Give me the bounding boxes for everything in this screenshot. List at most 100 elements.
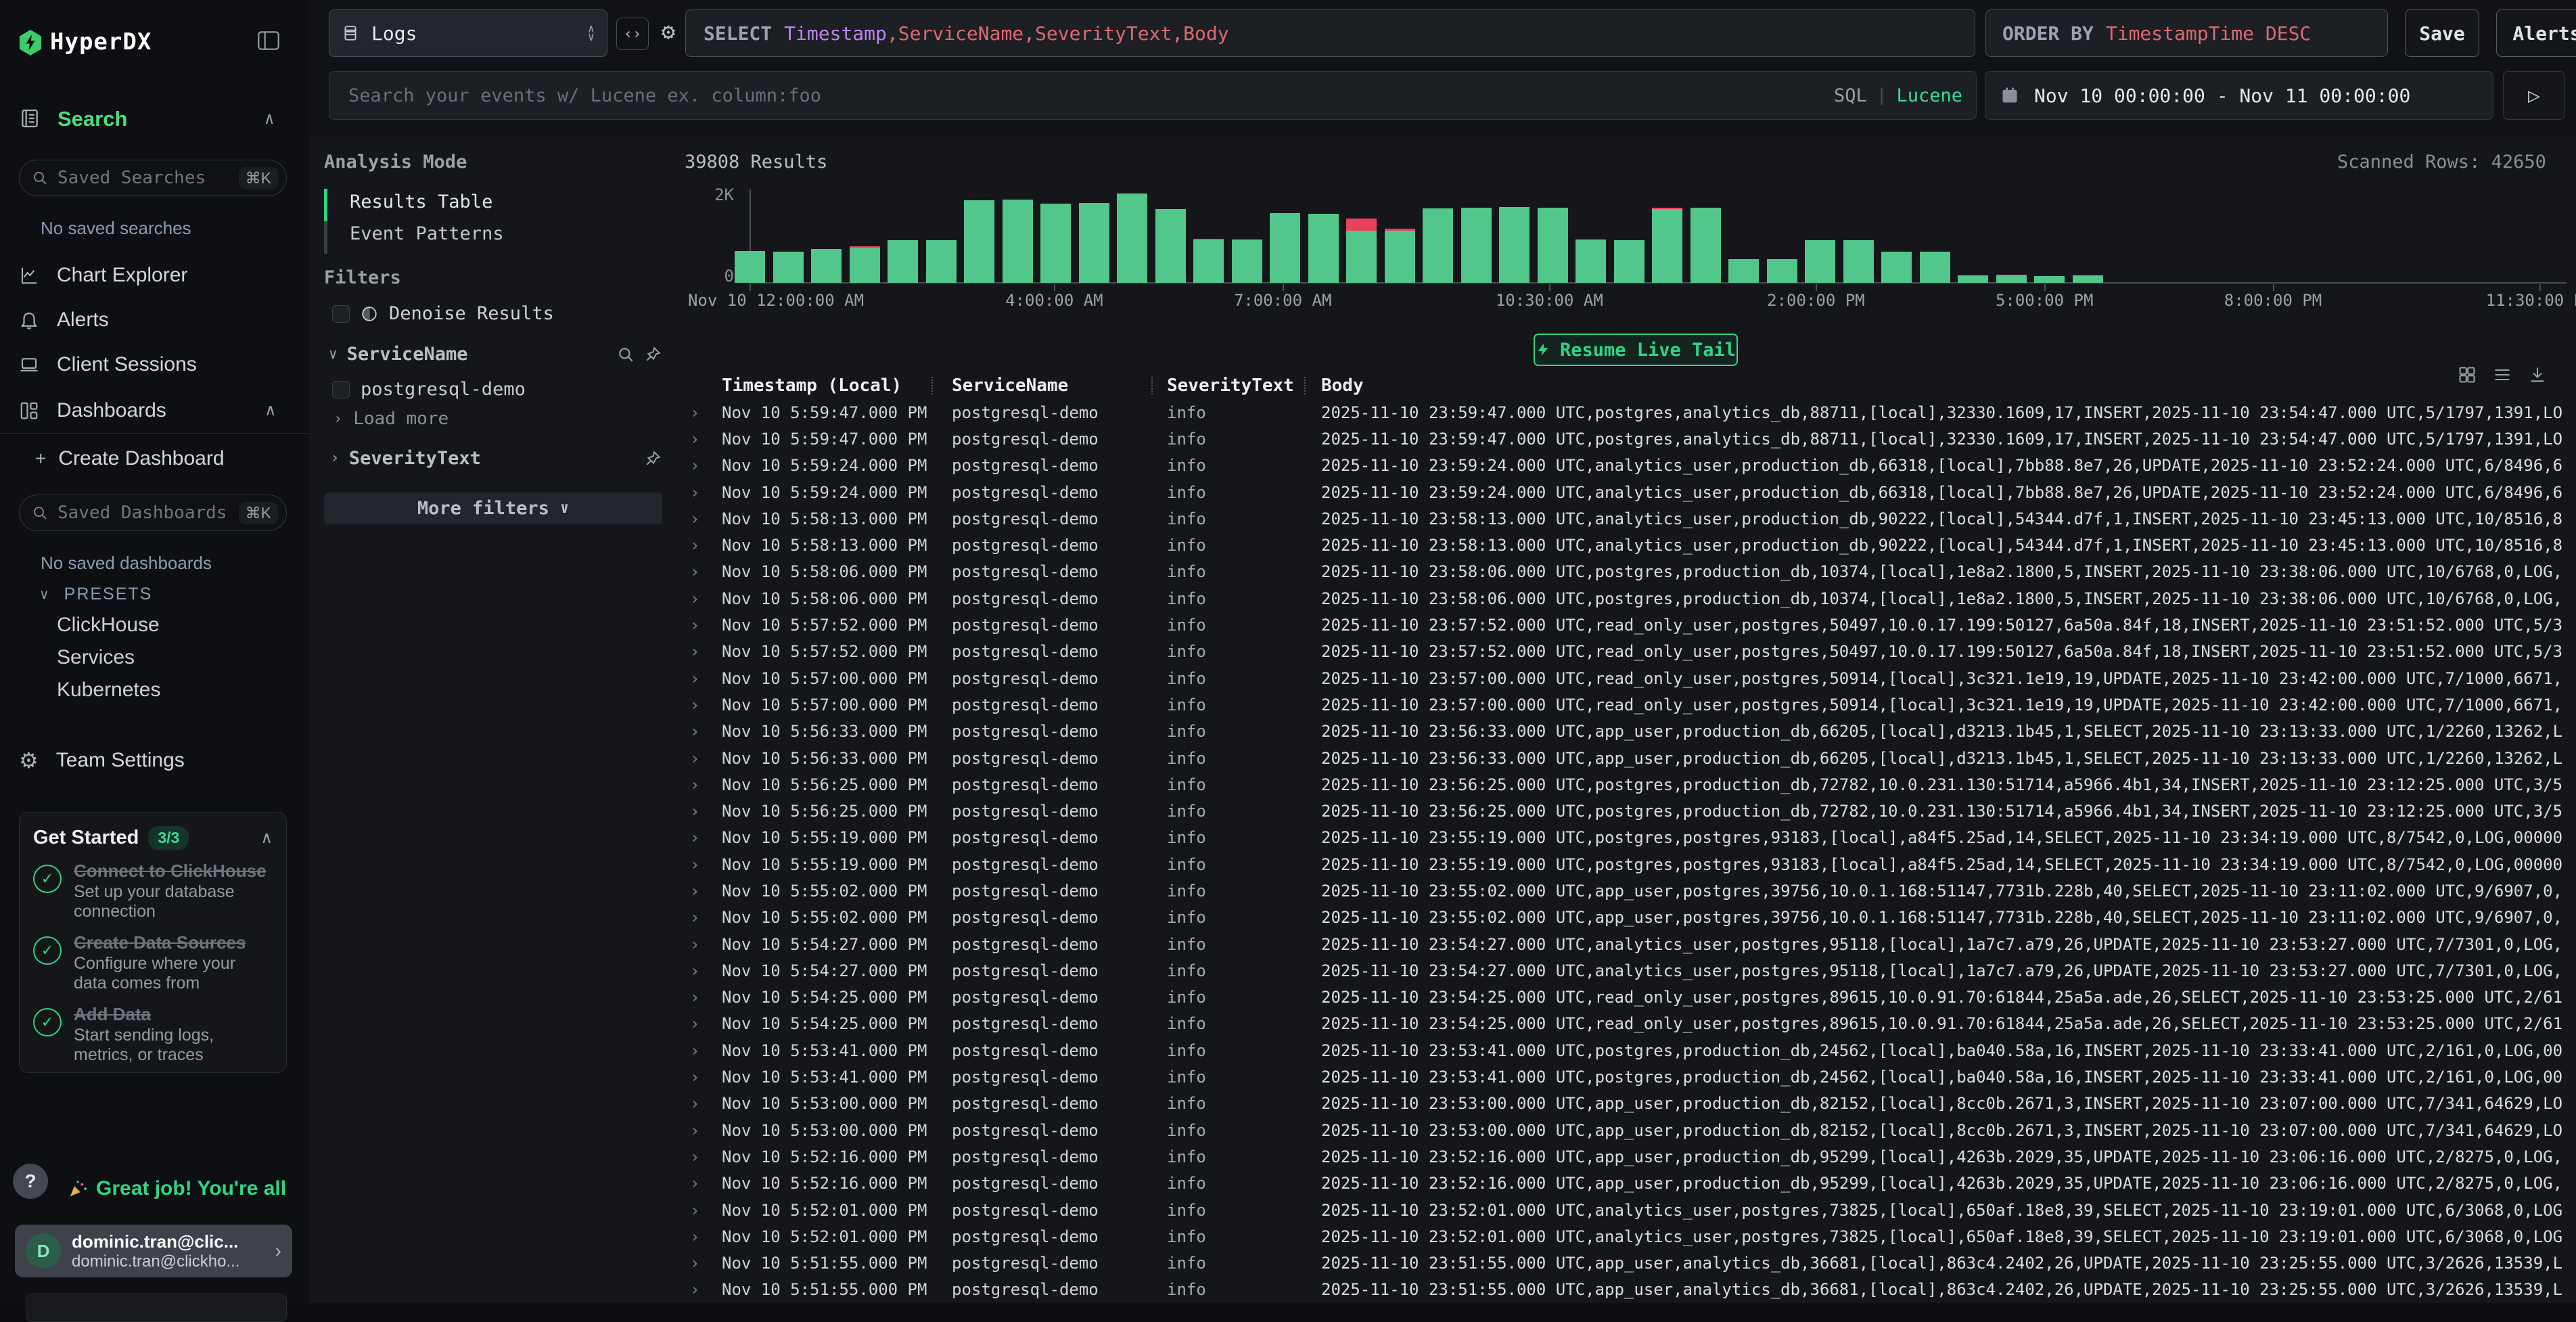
row-expand-chevron-icon[interactable]: › [680, 1147, 722, 1166]
row-expand-chevron-icon[interactable]: › [680, 855, 722, 874]
histogram-bar[interactable] [811, 249, 842, 283]
histogram-bar[interactable] [1308, 214, 1339, 283]
histogram-bar[interactable] [1690, 208, 1721, 283]
column-header-timestamp[interactable]: Timestamp (Local) [722, 375, 952, 396]
sql-editor-button[interactable]: ‹› [616, 18, 649, 50]
table-row[interactable]: › Nov 10 5:58:13.000 PM postgresql-demo … [680, 505, 2576, 532]
sidebar-item-client-sessions[interactable]: Client Sessions [0, 348, 309, 381]
table-row[interactable]: › Nov 10 5:54:25.000 PM postgresql-demo … [680, 984, 2576, 1011]
mode-results-table[interactable]: Results Table [350, 191, 492, 212]
histogram-bar-error[interactable] [850, 246, 880, 248]
histogram-bar[interactable] [1232, 240, 1262, 283]
filter-search-icon[interactable] [617, 346, 635, 363]
sidebar-item-alerts[interactable]: Alerts [0, 304, 309, 336]
histogram-bar[interactable] [1881, 252, 1912, 283]
table-row[interactable]: › Nov 10 5:59:24.000 PM postgresql-demo … [680, 453, 2576, 479]
column-header-severitytext[interactable]: SeverityText [1167, 375, 1321, 396]
histogram-bar[interactable] [1346, 231, 1377, 283]
table-row[interactable]: › Nov 10 5:51:55.000 PM postgresql-demo … [680, 1250, 2576, 1277]
date-range-picker[interactable]: Nov 10 00:00:00 - Nov 11 00:00:00 [1985, 71, 2493, 120]
table-row[interactable]: › Nov 10 5:52:16.000 PM postgresql-demo … [680, 1170, 2576, 1197]
row-expand-chevron-icon[interactable]: › [680, 882, 722, 901]
order-by-input[interactable]: ORDER BY TimestampTime DESC [1985, 9, 2388, 57]
column-header-body[interactable]: Body [1321, 375, 2576, 396]
row-expand-chevron-icon[interactable]: › [680, 1041, 722, 1060]
table-row[interactable]: › Nov 10 5:56:25.000 PM postgresql-demo … [680, 771, 2576, 798]
table-row[interactable]: › Nov 10 5:54:27.000 PM postgresql-demo … [680, 931, 2576, 957]
table-row[interactable]: › Nov 10 5:57:00.000 PM postgresql-demo … [680, 665, 2576, 691]
column-header-servicename[interactable]: ServiceName [952, 375, 1167, 396]
table-row[interactable]: › Nov 10 5:57:52.000 PM postgresql-demo … [680, 612, 2576, 638]
table-row[interactable]: › Nov 10 5:59:24.000 PM postgresql-demo … [680, 479, 2576, 505]
saved-searches-field[interactable] [56, 167, 231, 189]
row-expand-chevron-icon[interactable]: › [680, 509, 722, 528]
table-row[interactable]: › Nov 10 5:53:41.000 PM postgresql-demo … [680, 1037, 2576, 1064]
table-row[interactable]: › Nov 10 5:56:33.000 PM postgresql-demo … [680, 719, 2576, 745]
table-row[interactable]: › Nov 10 5:55:02.000 PM postgresql-demo … [680, 905, 2576, 931]
row-expand-chevron-icon[interactable]: › [680, 749, 722, 768]
search-collapse-chevron-icon[interactable]: ∧ [264, 110, 274, 127]
denoise-checkbox[interactable] [332, 305, 350, 323]
table-row[interactable]: › Nov 10 5:58:06.000 PM postgresql-demo … [680, 585, 2576, 612]
presets-section-header[interactable]: ∨ PRESETS [39, 585, 152, 604]
servicename-option-row[interactable]: postgresql-demo [332, 379, 526, 400]
load-more-button[interactable]: › Load more [334, 409, 448, 429]
source-select[interactable]: Logs ∧∨ [329, 9, 607, 57]
histogram-bar[interactable] [1079, 203, 1109, 283]
histogram-bar[interactable] [1270, 213, 1300, 283]
row-expand-chevron-icon[interactable]: › [680, 1121, 722, 1140]
row-expand-chevron-icon[interactable]: › [680, 1094, 722, 1113]
sidebar-item-dashboards[interactable]: Dashboards ∧ [0, 394, 309, 427]
saved-dashboards-input[interactable]: ⌘K [19, 495, 287, 531]
row-expand-chevron-icon[interactable]: › [680, 961, 722, 980]
chevron-up-icon[interactable]: ∧ [260, 830, 273, 846]
row-expand-chevron-icon[interactable]: › [680, 589, 722, 608]
histogram-bar[interactable] [1920, 252, 1950, 283]
row-expand-chevron-icon[interactable]: › [680, 1068, 722, 1087]
row-expand-chevron-icon[interactable]: › [680, 616, 722, 635]
row-expand-chevron-icon[interactable]: › [680, 1201, 722, 1220]
histogram-bar[interactable] [888, 240, 918, 283]
row-expand-chevron-icon[interactable]: › [680, 483, 722, 502]
row-expand-chevron-icon[interactable]: › [680, 802, 722, 821]
row-expand-chevron-icon[interactable]: › [680, 935, 722, 954]
histogram-bar[interactable] [1958, 275, 1988, 283]
row-expand-chevron-icon[interactable]: › [680, 908, 722, 927]
histogram-bar[interactable] [1843, 240, 1874, 283]
row-expand-chevron-icon[interactable]: › [680, 536, 722, 555]
alerts-button[interactable]: Alerts [2496, 9, 2576, 57]
column-resize-handle[interactable] [1304, 377, 1306, 394]
histogram-bar[interactable] [964, 200, 994, 283]
mode-event-patterns[interactable]: Event Patterns [350, 223, 504, 244]
row-expand-chevron-icon[interactable]: › [680, 1254, 722, 1273]
row-expand-chevron-icon[interactable]: › [680, 642, 722, 661]
row-expand-chevron-icon[interactable]: › [680, 1174, 722, 1193]
language-toggle-sql[interactable]: SQL [1834, 85, 1867, 106]
histogram-bar[interactable] [735, 251, 765, 283]
search-bar[interactable]: SQL | Lucene [329, 71, 1977, 120]
saved-searches-input[interactable]: ⌘K [19, 160, 287, 196]
table-row[interactable]: › Nov 10 5:52:01.000 PM postgresql-demo … [680, 1223, 2576, 1250]
histogram-bar-error[interactable] [1346, 219, 1377, 231]
pin-icon[interactable] [644, 450, 662, 468]
histogram-bar[interactable] [1385, 231, 1415, 283]
row-expand-chevron-icon[interactable]: › [680, 828, 722, 847]
histogram-bar[interactable] [850, 248, 880, 283]
histogram-bar[interactable] [1576, 240, 1606, 283]
app-title[interactable]: HyperDX [50, 28, 152, 55]
help-button[interactable]: ? [13, 1164, 48, 1199]
row-expand-chevron-icon[interactable]: › [680, 1280, 722, 1299]
pin-icon[interactable] [644, 346, 662, 363]
histogram-bar[interactable] [1423, 208, 1453, 283]
dashboards-collapse-chevron-icon[interactable]: ∧ [264, 403, 277, 419]
histogram-bar[interactable] [773, 252, 804, 283]
table-row[interactable]: › Nov 10 5:51:55.000 PM postgresql-demo … [680, 1277, 2576, 1303]
search-input[interactable] [347, 85, 1824, 107]
histogram[interactable]: 2K 0 Nov 10 12:00:00 AM4:00:00 AM7:00:00… [680, 189, 2576, 304]
select-columns-input[interactable]: SELECT Timestamp ,ServiceName,SeverityTe… [685, 9, 1975, 57]
hyperdx-logo-icon[interactable] [18, 30, 43, 55]
create-dashboard-button[interactable]: + Create Dashboard [0, 442, 309, 475]
get-started-header[interactable]: Get Started 3/3 ∧ [33, 826, 273, 850]
row-expand-chevron-icon[interactable]: › [680, 988, 722, 1007]
table-row[interactable]: › Nov 10 5:55:02.000 PM postgresql-demo … [680, 877, 2576, 904]
